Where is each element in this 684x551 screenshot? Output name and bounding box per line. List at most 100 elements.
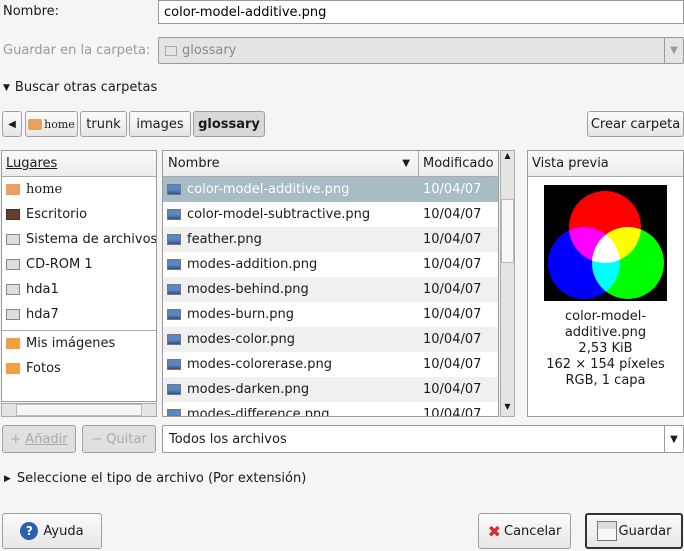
file-row[interactable]: color-model-subtractive.png 10/04/07 <box>163 202 498 227</box>
path-images-button[interactable]: images <box>129 111 191 137</box>
place-filesystem[interactable]: Sistema de archivos <box>2 227 156 252</box>
places-pane: Lugares home Escritorio Sistema de archi… <box>1 150 157 402</box>
place-label: home <box>26 182 63 197</box>
scroll-down-icon[interactable]: ▼ <box>501 402 514 416</box>
column-modified-header[interactable]: Modificado <box>419 156 494 171</box>
filename-input[interactable] <box>158 0 684 24</box>
cancel-label: Cancelar <box>504 523 562 539</box>
file-modified: 10/04/07 <box>423 357 482 372</box>
place-label: Fotos <box>26 361 61 376</box>
file-row[interactable]: modes-addition.png 10/04/07 <box>163 252 498 277</box>
place-label: CD-ROM 1 <box>26 257 93 272</box>
sort-descending-icon: ▼ <box>402 158 410 169</box>
file-row[interactable]: modes-darken.png 10/04/07 <box>163 377 498 402</box>
image-file-icon <box>167 334 181 345</box>
path-glossary-button[interactable]: glossary <box>193 111 265 137</box>
place-desktop[interactable]: Escritorio <box>2 202 156 227</box>
file-name: color-model-subtractive.png <box>187 207 371 222</box>
filetype-expander[interactable]: ▶ Seleccione el tipo de archivo (Por ext… <box>4 471 306 486</box>
scroll-up-icon[interactable]: ▲ <box>501 151 514 165</box>
image-file-icon <box>167 209 181 220</box>
create-folder-label: Crear carpeta <box>590 116 681 132</box>
image-file-icon <box>167 284 181 295</box>
preview-dimensions: 162 × 154 píxeles <box>546 357 665 372</box>
remove-bookmark-button[interactable]: − Quitar <box>82 425 156 453</box>
image-file-icon <box>167 259 181 270</box>
file-row[interactable]: color-model-additive.png 10/04/07 <box>163 177 498 202</box>
place-home[interactable]: home <box>2 177 156 202</box>
path-home-button[interactable]: home <box>25 111 78 137</box>
scrollbar-thumb[interactable] <box>501 199 514 263</box>
save-button[interactable]: Guardar <box>585 513 683 549</box>
path-back-button[interactable]: ◀ <box>2 111 22 137</box>
filetype-label: Seleccione el tipo de archivo (Por exten… <box>16 471 307 486</box>
drive-icon <box>6 284 20 295</box>
path-trunk-button[interactable]: trunk <box>80 111 127 137</box>
file-filter-value: Todos los archivos <box>169 431 287 447</box>
places-header[interactable]: Lugares <box>2 151 156 177</box>
folder-icon <box>6 338 20 349</box>
folder-icon <box>6 363 20 374</box>
place-hda1[interactable]: hda1 <box>2 277 156 302</box>
file-row[interactable]: modes-difference.png 10/04/07 <box>163 402 498 417</box>
file-row[interactable]: modes-burn.png 10/04/07 <box>163 302 498 327</box>
add-bookmark-button[interactable]: + Añadir <box>2 425 76 453</box>
image-file-icon <box>167 184 181 195</box>
preview-info: RGB, 1 capa <box>565 373 646 388</box>
floppy-icon <box>596 521 617 541</box>
add-label: Añadir <box>25 431 68 447</box>
folder-icon <box>165 45 177 56</box>
file-name: modes-difference.png <box>187 407 330 417</box>
chevron-down-icon: ▼ <box>664 38 683 63</box>
bookmark-mis-imagenes[interactable]: Mis imágenes <box>2 331 156 356</box>
file-name: modes-darken.png <box>187 382 310 397</box>
file-modified: 10/04/07 <box>423 307 482 322</box>
place-cdrom[interactable]: CD-ROM 1 <box>2 252 156 277</box>
file-row[interactable]: modes-color.png 10/04/07 <box>163 327 498 352</box>
preview-image <box>544 185 667 301</box>
remove-label: Quitar <box>106 431 147 447</box>
desktop-icon <box>6 209 20 220</box>
file-row[interactable]: modes-colorerase.png 10/04/07 <box>163 352 498 377</box>
folder-combo-value: glossary <box>182 43 237 58</box>
create-folder-button[interactable]: Crear carpeta <box>587 111 684 137</box>
cancel-button[interactable]: ✖ Cancelar <box>478 513 571 549</box>
help-button[interactable]: ? Ayuda <box>2 513 102 549</box>
places-hscrollbar[interactable] <box>1 403 157 417</box>
column-name-label: Nombre <box>168 156 220 171</box>
file-modified: 10/04/07 <box>423 332 482 347</box>
file-name: modes-addition.png <box>187 257 318 272</box>
file-list-vscrollbar[interactable]: ▲ ▼ <box>500 150 515 417</box>
column-name-header[interactable]: Nombre ▼ <box>163 151 419 176</box>
scrollbar-thumb[interactable] <box>16 404 142 416</box>
file-modified: 10/04/07 <box>423 282 482 297</box>
file-name: color-model-additive.png <box>187 182 350 197</box>
place-label: hda7 <box>26 307 59 322</box>
file-row[interactable]: modes-behind.png 10/04/07 <box>163 277 498 302</box>
file-modified: 10/04/07 <box>423 207 482 222</box>
path-label: images <box>136 116 184 132</box>
drive-icon <box>6 309 20 320</box>
drive-icon <box>6 234 20 245</box>
preview-filename: color-model- <box>564 309 647 324</box>
cdrom-icon <box>6 259 20 270</box>
image-file-icon <box>167 384 181 395</box>
expander-open-icon: ▼ <box>3 82 10 93</box>
file-row[interactable]: feather.png 10/04/07 <box>163 227 498 252</box>
plus-icon: + <box>10 431 22 447</box>
image-file-icon <box>167 409 181 416</box>
file-filter-combo[interactable]: Todos los archivos ▼ <box>162 425 684 453</box>
bookmark-fotos[interactable]: Fotos <box>2 356 156 381</box>
path-label: glossary <box>198 116 260 132</box>
file-name: modes-behind.png <box>187 282 309 297</box>
column-modified-label: Modificado <box>423 156 494 171</box>
folder-combo[interactable]: glossary ▼ <box>158 37 684 64</box>
name-label: Nombre: <box>3 4 60 19</box>
cancel-icon: ✖ <box>487 521 502 541</box>
chevron-down-icon: ▼ <box>664 426 683 452</box>
expander-closed-icon: ▶ <box>4 473 11 484</box>
path-label: home <box>44 117 75 131</box>
place-hda7[interactable]: hda7 <box>2 302 156 327</box>
preview-pane: Vista previa color-model- additive.png 2… <box>527 150 684 417</box>
browse-expander[interactable]: ▼ Buscar otras carpetas <box>3 80 157 95</box>
